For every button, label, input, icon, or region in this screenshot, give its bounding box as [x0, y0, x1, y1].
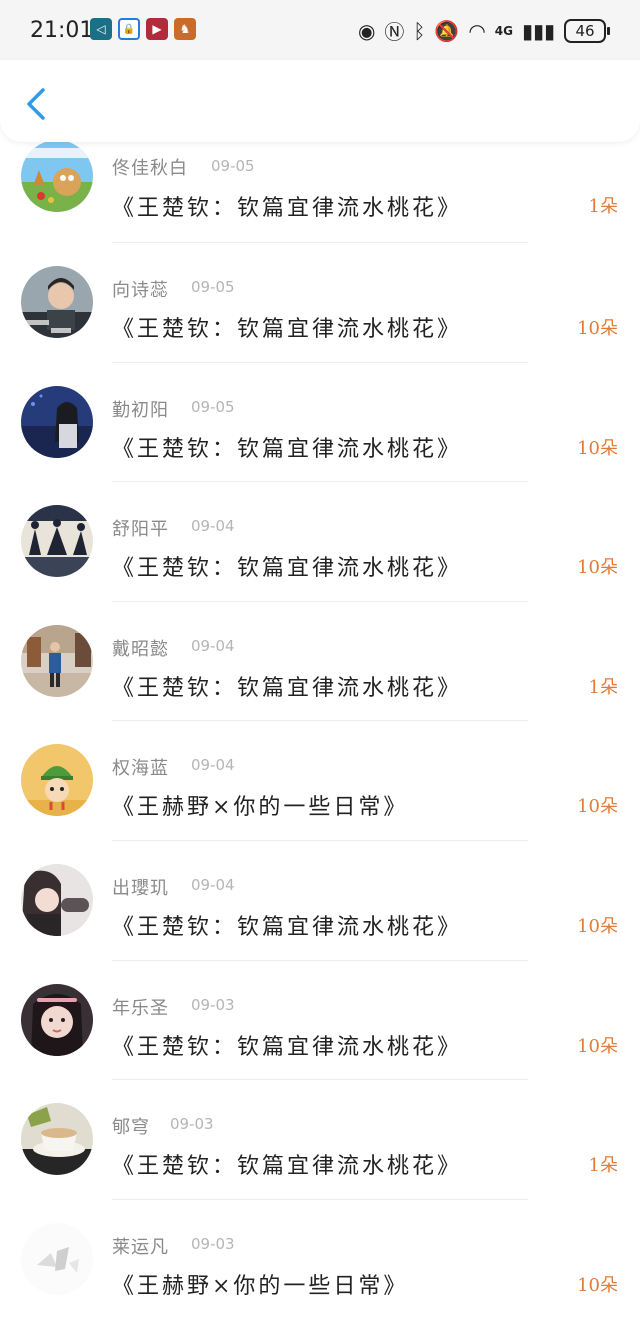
- avatar: [21, 863, 93, 936]
- user-name: 佟佳秋白: [112, 158, 188, 179]
- avatar: [21, 1222, 93, 1295]
- flower-count: 10朵: [577, 557, 618, 579]
- post-date: 09-03: [191, 995, 235, 1014]
- book-title: 《王楚钦：钦篇宜律流水桃花》: [112, 317, 463, 342]
- list-item[interactable]: 郇穹 09-03 《王楚钦：钦篇宜律流水桃花》 1朵: [0, 1080, 640, 1200]
- post-date: 09-04: [191, 636, 235, 655]
- mute-icon: 🔕: [434, 18, 460, 43]
- flower-count: 10朵: [577, 318, 618, 339]
- bluetooth-icon: ᛒ: [413, 18, 426, 43]
- list-item[interactable]: 佟佳秋白 09-05 《王楚钦：钦篇宜律流水桃花》 1朵: [0, 140, 640, 243]
- battery-icon: 46: [564, 18, 610, 43]
- user-name: 向诗蕊: [112, 280, 169, 301]
- book-title: 《王楚钦：钦篇宜律流水桃花》: [112, 1154, 463, 1180]
- post-date: 09-04: [191, 517, 235, 536]
- book-title: 《王赫野×你的一些日常》: [112, 1273, 409, 1299]
- flower-count: 1朵: [588, 1155, 618, 1177]
- list-item[interactable]: 莱运凡 09-03 《王赫野×你的一些日常》 10朵: [0, 1200, 640, 1320]
- video-app-icon: ▶: [146, 18, 168, 40]
- user-name: 郇穹: [112, 1117, 150, 1139]
- avatar: [21, 744, 93, 817]
- avatar: [21, 266, 93, 338]
- signal-icon: ▮▮▮: [521, 18, 555, 43]
- battery-level: 46: [575, 21, 595, 40]
- avatar: [21, 505, 93, 578]
- chevron-left-icon: [27, 88, 45, 120]
- flower-count: 1朵: [588, 196, 618, 217]
- book-title: 《王楚钦：钦篇宜律流水桃花》: [112, 436, 463, 462]
- list-item[interactable]: 戴昭懿 09-04 《王楚钦：钦篇宜律流水桃花》 1朵: [0, 602, 640, 722]
- book-title: 《王楚钦：钦篇宜律流水桃花》: [112, 1034, 463, 1060]
- system-icons: ◉ Ⓝ ᛒ 🔕 ◠ 4G ▮▮▮ 46: [357, 16, 610, 45]
- book-title: 《王楚钦：钦篇宜律流水桃花》: [112, 675, 463, 701]
- post-date: 09-05: [191, 397, 235, 416]
- post-date: 09-03: [191, 1234, 235, 1253]
- user-name: 勤初阳: [112, 399, 169, 421]
- eye-icon: ◉: [357, 18, 376, 43]
- post-date: 09-03: [170, 1115, 214, 1134]
- book-title: 《王楚钦：钦篇宜律流水桃花》: [112, 914, 463, 940]
- list-item[interactable]: 出瓔玑 09-04 《王楚钦：钦篇宜律流水桃花》 10朵: [0, 841, 640, 961]
- list-item[interactable]: 向诗蕊 09-05 《王楚钦：钦篇宜律流水桃花》 10朵: [0, 243, 640, 363]
- list-item[interactable]: 年乐圣 09-03 《王楚钦：钦篇宜律流水桃花》 10朵: [0, 961, 640, 1081]
- flower-count: 10朵: [577, 1035, 618, 1057]
- network-type: 4G: [494, 23, 513, 38]
- wifi-icon: ◠: [468, 18, 486, 43]
- back-button[interactable]: [18, 84, 54, 124]
- avatar: [21, 983, 93, 1056]
- user-name: 年乐圣: [112, 997, 169, 1019]
- status-bar: 21:01 ◁ 🔒 ▶ ♞ ◉ Ⓝ ᛒ 🔕 ◠ 4G ▮▮▮ 46: [0, 0, 640, 60]
- game-app-icon: ♞: [174, 18, 196, 40]
- status-time: 21:01: [30, 18, 94, 43]
- user-name: 权海蓝: [112, 758, 169, 780]
- user-name: 戴昭懿: [112, 638, 169, 660]
- notification-icons: ◁ 🔒 ▶ ♞: [90, 18, 196, 40]
- avatar: [21, 140, 93, 212]
- user-name: 莱运凡: [112, 1236, 169, 1258]
- lock-app-icon: 🔒: [118, 18, 140, 40]
- nfc-icon: Ⓝ: [384, 20, 405, 44]
- book-title: 《王赫野×你的一些日常》: [112, 795, 409, 821]
- top-bar: [0, 60, 640, 142]
- book-title: 《王楚钦：钦篇宜律流水桃花》: [112, 196, 463, 221]
- flower-count: 10朵: [577, 915, 618, 937]
- avatar: [21, 385, 93, 458]
- post-date: 09-05: [211, 157, 255, 175]
- user-name: 出瓔玑: [112, 877, 169, 899]
- gift-record-list: 佟佳秋白 09-05 《王楚钦：钦篇宜律流水桃花》 1朵 向诗蕊 09-05 《…: [0, 140, 640, 1320]
- flower-count: 1朵: [588, 676, 618, 698]
- book-title: 《王楚钦：钦篇宜律流水桃花》: [112, 556, 463, 582]
- post-date: 09-04: [191, 756, 235, 775]
- post-date: 09-05: [191, 278, 235, 296]
- user-name: 舒阳平: [112, 519, 169, 541]
- avatar: [21, 624, 93, 697]
- post-date: 09-04: [191, 875, 235, 894]
- list-item[interactable]: 权海蓝 09-04 《王赫野×你的一些日常》 10朵: [0, 721, 640, 841]
- list-item[interactable]: 勤初阳 09-05 《王楚钦：钦篇宜律流水桃花》 10朵: [0, 363, 640, 483]
- avatar: [21, 1103, 93, 1176]
- navigation-app-icon: ◁: [90, 18, 112, 40]
- flower-count: 10朵: [577, 796, 618, 818]
- flower-count: 10朵: [577, 437, 618, 459]
- list-item[interactable]: 舒阳平 09-04 《王楚钦：钦篇宜律流水桃花》 10朵: [0, 482, 640, 602]
- flower-count: 10朵: [577, 1274, 618, 1296]
